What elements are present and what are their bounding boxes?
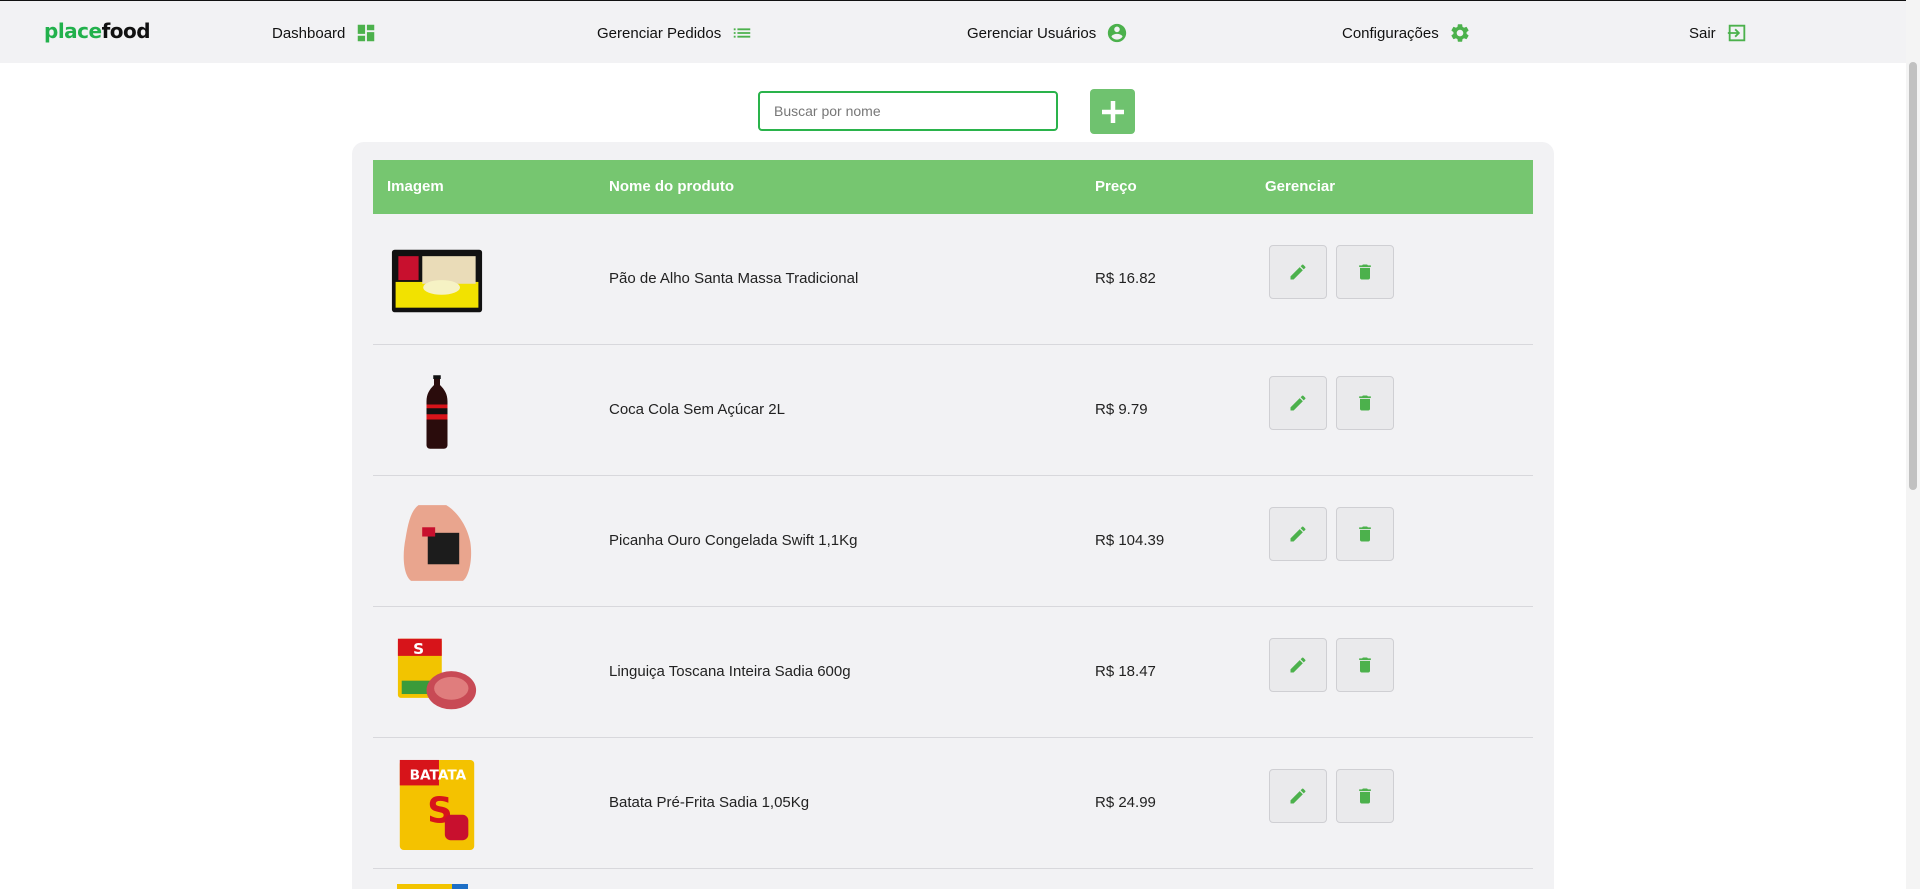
trash-icon xyxy=(1359,526,1371,542)
gear-icon xyxy=(1451,24,1469,42)
add-product-button[interactable] xyxy=(1090,89,1135,134)
trash-icon xyxy=(1359,395,1371,411)
trash-icon xyxy=(1359,788,1371,804)
edit-button[interactable] xyxy=(1269,245,1327,299)
delete-button[interactable] xyxy=(1336,376,1394,430)
product-image: S xyxy=(387,629,487,719)
product-price: R$ 18.47 xyxy=(1095,663,1156,680)
trash-icon xyxy=(1359,657,1371,673)
product-image xyxy=(387,498,487,588)
table-row: BATATA S Batata Pré-Frita Sadia 1,05Kg R$… xyxy=(373,738,1533,869)
nav-orders-label: Gerenciar Pedidos xyxy=(597,24,722,42)
edit-button[interactable] xyxy=(1269,769,1327,823)
nav-logout-label: Sair xyxy=(1689,24,1716,42)
pencil-icon xyxy=(1290,526,1306,542)
delete-button[interactable] xyxy=(1336,245,1394,299)
table-row: Picanha Ouro Congelada Swift 1,1Kg R$ 10… xyxy=(373,476,1533,607)
product-name: Picanha Ouro Congelada Swift 1,1Kg xyxy=(609,532,858,549)
nav-logout[interactable]: Sair xyxy=(1689,22,1748,44)
table-row: Pão de Alho Santa Massa Tradicional R$ 1… xyxy=(373,214,1533,345)
nav-users-label: Gerenciar Usuários xyxy=(967,24,1097,42)
product-price: R$ 9.79 xyxy=(1095,401,1148,418)
product-name: Batata Pré-Frita Sadia 1,05Kg xyxy=(609,794,810,811)
nav-settings[interactable]: Configurações xyxy=(1342,22,1471,44)
table-row: Coca Cola Sem Açúcar 2L R$ 9.79 xyxy=(373,345,1533,476)
delete-button[interactable] xyxy=(1336,638,1394,692)
delete-button[interactable] xyxy=(1336,769,1394,823)
edit-button[interactable] xyxy=(1269,638,1327,692)
delete-button[interactable] xyxy=(1336,507,1394,561)
product-image-partial-accent xyxy=(452,884,468,889)
product-price: R$ 104.39 xyxy=(1095,532,1165,549)
table-header: Imagem Nome do produto Preço Gerenciar xyxy=(373,160,1533,214)
pencil-icon xyxy=(1290,657,1306,673)
product-name: Linguiça Toscana Inteira Sadia 600g xyxy=(609,663,851,680)
table-row: S Linguiça Toscana Inteira Sadia 600g R$… xyxy=(373,607,1533,738)
nav-dashboard-label: Dashboard xyxy=(272,24,346,42)
product-image xyxy=(387,236,487,326)
nav-manage-users[interactable]: Gerenciar Usuários xyxy=(967,22,1128,44)
product-name: Coca Cola Sem Açúcar 2L xyxy=(609,401,785,418)
account-circle-icon xyxy=(1108,23,1127,43)
page-scrollbar[interactable] xyxy=(1906,0,1920,889)
nav-manage-orders[interactable]: Gerenciar Pedidos xyxy=(597,22,753,44)
header-price: Preço xyxy=(1095,178,1137,195)
header-product-name: Nome do produto xyxy=(609,178,734,195)
header-image: Imagem xyxy=(387,178,444,195)
svg-text:BATATA: BATATA xyxy=(410,768,467,784)
top-navbar: placefood Dashboard Gerenciar Pedidos Ge… xyxy=(0,0,1906,63)
product-price: R$ 16.82 xyxy=(1095,270,1156,287)
product-name: Pão de Alho Santa Massa Tradicional xyxy=(609,270,859,287)
trash-icon xyxy=(1359,264,1371,280)
edit-button[interactable] xyxy=(1269,376,1327,430)
list-icon xyxy=(733,28,751,38)
svg-text:S: S xyxy=(413,640,424,658)
product-image xyxy=(387,367,487,457)
product-image: BATATA S xyxy=(387,759,487,851)
pencil-icon xyxy=(1290,264,1306,280)
dashboard-icon xyxy=(358,24,375,42)
header-manage: Gerenciar xyxy=(1265,178,1336,195)
logout-icon xyxy=(1727,24,1745,42)
nav-settings-label: Configurações xyxy=(1342,24,1439,42)
edit-button[interactable] xyxy=(1269,507,1327,561)
search-input[interactable] xyxy=(758,91,1058,131)
products-table-card: Imagem Nome do produto Preço Gerenciar P… xyxy=(352,142,1554,889)
product-price: R$ 24.99 xyxy=(1095,794,1156,811)
scrollbar-thumb[interactable] xyxy=(1909,62,1917,490)
plus-icon xyxy=(1101,100,1124,123)
pencil-icon xyxy=(1290,395,1306,411)
placefood-logo[interactable]: placefood xyxy=(44,19,151,43)
pencil-icon xyxy=(1290,788,1306,804)
nav-dashboard[interactable]: Dashboard xyxy=(272,22,377,44)
